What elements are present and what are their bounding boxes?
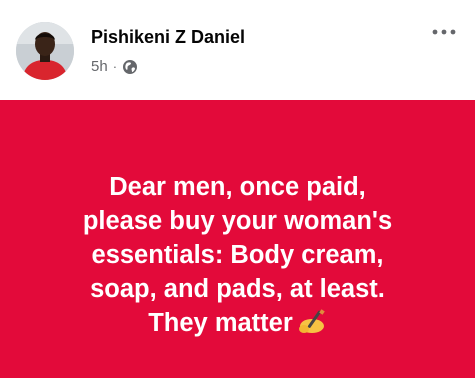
post-meta: 5h · [91, 58, 138, 75]
post-text-line: essentials: Body cream, [91, 241, 384, 269]
post-text: Dear men, once paid, please buy your wom… [20, 170, 455, 340]
avatar[interactable] [16, 22, 74, 80]
writing-hand-emoji [293, 309, 327, 335]
profile-photo [16, 22, 74, 80]
post-text-line: They matter [148, 309, 293, 337]
post-text-line: soap, and pads, at least. [90, 275, 385, 303]
author-name[interactable]: Pishikeni Z Daniel [91, 27, 245, 48]
post-timestamp[interactable]: 5h [91, 58, 108, 75]
post-text-line: please buy your woman's [82, 207, 393, 235]
globe-icon[interactable] [122, 59, 138, 75]
post-header: Pishikeni Z Daniel 5h · [0, 0, 475, 100]
more-options-icon[interactable] [430, 22, 458, 42]
post-text-line-last: They matter [20, 306, 455, 340]
post-text-line: Dear men, once paid, [109, 173, 366, 201]
meta-separator: · [112, 59, 118, 74]
